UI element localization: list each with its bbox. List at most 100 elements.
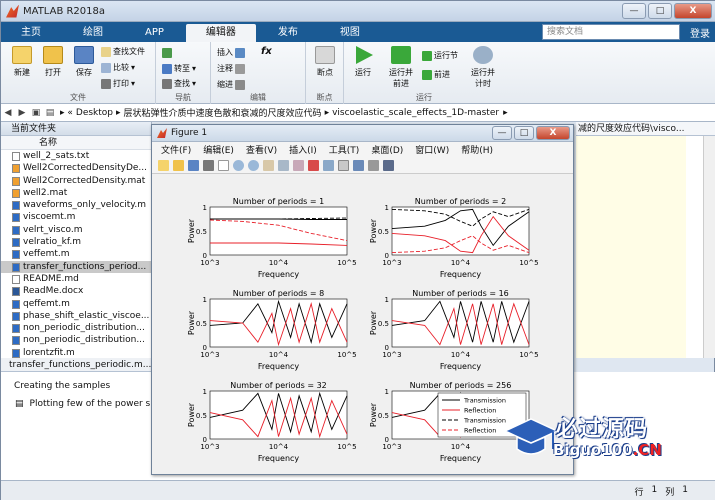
open-file-icon[interactable] xyxy=(173,159,184,171)
new-figure-icon[interactable] xyxy=(158,159,169,171)
figure-maximize-button[interactable]: □ xyxy=(514,126,534,140)
close-button[interactable]: X xyxy=(674,3,712,19)
insert-button[interactable]: 插入 xyxy=(217,47,245,58)
forward-arrow-icon[interactable]: ▶ xyxy=(15,108,29,118)
tab-publish[interactable]: 发布 xyxy=(258,24,318,42)
rotate-icon[interactable] xyxy=(278,159,289,171)
tab-home[interactable]: 主页 xyxy=(1,24,61,42)
minimize-button[interactable]: — xyxy=(622,3,646,19)
file-row[interactable]: Well2CorrectedDensity.mat xyxy=(1,175,151,187)
advance-button[interactable]: 前进 xyxy=(422,69,450,80)
search-input[interactable]: 搜索文档 xyxy=(542,24,680,40)
back-arrow-icon[interactable]: ◀ xyxy=(1,108,15,118)
figure-minimize-button[interactable]: — xyxy=(492,126,512,140)
new-button[interactable]: 新建 xyxy=(7,46,37,78)
menu-file[interactable]: 文件(F) xyxy=(161,143,191,156)
hide-tools-icon[interactable] xyxy=(368,159,379,171)
tab-view[interactable]: 视图 xyxy=(320,24,380,42)
file-row[interactable]: phase_shift_elastic_viscoe... xyxy=(1,310,151,322)
zoom-out-icon[interactable] xyxy=(248,159,259,171)
pan-icon[interactable] xyxy=(263,159,274,171)
file-row[interactable]: viscoemt.m xyxy=(1,211,151,223)
menu-window[interactable]: 窗口(W) xyxy=(415,143,449,156)
browse-folder-icon[interactable]: ▤ xyxy=(43,108,57,118)
subplot-2: Number of periods = 2FrequencyPower00.51… xyxy=(369,197,539,279)
file-mat-icon xyxy=(12,188,20,198)
menu-insert[interactable]: 插入(I) xyxy=(289,143,317,156)
x-tick-label: 10^5 xyxy=(337,443,356,451)
file-name: velrt_visco.m xyxy=(23,224,83,235)
file-row[interactable]: ReadMe.docx xyxy=(1,285,151,297)
link-plot-icon[interactable] xyxy=(323,159,334,171)
name-column-header[interactable]: 名称 xyxy=(1,136,151,150)
brush-icon[interactable] xyxy=(308,159,319,171)
file-row[interactable]: README.md xyxy=(1,273,151,285)
file-row[interactable]: velratio_kf.m xyxy=(1,236,151,248)
legend-icon[interactable] xyxy=(353,159,364,171)
x-tick-label: 10^3 xyxy=(200,443,219,451)
zoom-in-icon[interactable] xyxy=(233,159,244,171)
tab-apps[interactable]: APP xyxy=(125,24,184,42)
print-figure-icon[interactable] xyxy=(203,159,214,171)
open-button[interactable]: 打开 xyxy=(38,46,68,78)
tab-editor[interactable]: 编辑器 xyxy=(185,24,256,42)
pointer-icon[interactable] xyxy=(218,159,229,171)
file-row[interactable]: well_2_sats.txt xyxy=(1,150,151,162)
compare-button[interactable]: 比较 ▾ xyxy=(101,62,135,73)
row-label: 行 xyxy=(634,488,644,498)
file-row[interactable]: velrt_visco.m xyxy=(1,224,151,236)
file-m-icon xyxy=(12,299,20,309)
comment-button[interactable]: 注释 xyxy=(217,63,245,74)
save-button[interactable]: 保存 xyxy=(69,46,99,78)
file-group-label: 文件 xyxy=(70,93,86,102)
path-folder[interactable]: viscoelastic_scale_effects_1D-master xyxy=(332,108,499,118)
breakpoints-button[interactable]: 断点 xyxy=(310,46,340,78)
figure-close-button[interactable]: X xyxy=(536,126,570,140)
address-bar[interactable]: ◀ ▶ ▣ ▤ ▸ « Desktop ▸ 层状粘弹性介质中速度色散和衰减的尺度… xyxy=(1,104,715,122)
file-mat-icon xyxy=(12,176,20,186)
find-button[interactable]: 查找 ▾ xyxy=(162,78,196,89)
indent-button[interactable]: 缩进 xyxy=(217,79,245,90)
maximize-button[interactable]: □ xyxy=(648,3,672,19)
up-folder-icon[interactable]: ▣ xyxy=(29,108,43,118)
find-files-button[interactable]: 查找文件 xyxy=(101,46,145,57)
tab-plots[interactable]: 绘图 xyxy=(63,24,123,42)
editor-path-tab[interactable]: 减的尺度效应代码\visco... xyxy=(576,122,715,136)
run-advance-button[interactable]: 运行并 前进 xyxy=(384,46,418,89)
fx-button[interactable]: fx xyxy=(261,46,272,57)
save-figure-icon[interactable] xyxy=(188,159,199,171)
menu-edit[interactable]: 编辑(E) xyxy=(203,143,234,156)
show-tools-icon[interactable] xyxy=(383,159,394,171)
run-section-button[interactable]: 运行节 xyxy=(422,50,458,61)
file-row[interactable]: well2.mat xyxy=(1,187,151,199)
file-row[interactable]: qeffemt.m xyxy=(1,298,151,310)
outline-section-2[interactable]: ▤ Plotting few of the power sp xyxy=(15,399,156,409)
previous-icon[interactable] xyxy=(162,48,172,58)
breakpoints-group: 断点 断点 xyxy=(306,42,344,104)
file-row[interactable]: Well2CorrectedDensityDe... xyxy=(1,162,151,174)
file-row[interactable]: veffemt.m xyxy=(1,248,151,260)
menu-desktop[interactable]: 桌面(D) xyxy=(371,143,403,156)
run-button[interactable]: 运行 xyxy=(348,46,378,78)
menu-tools[interactable]: 工具(T) xyxy=(329,143,360,156)
run-time-button[interactable]: 运行并 计时 xyxy=(466,46,500,89)
file-row[interactable]: transfer_functions_period... xyxy=(1,260,151,273)
file-row[interactable]: non_periodic_distribution... xyxy=(1,334,151,346)
y-tick-label: 0.5 xyxy=(378,412,389,420)
outline-section-1[interactable]: Creating the samples xyxy=(14,381,110,391)
menu-view[interactable]: 查看(V) xyxy=(246,143,277,156)
file-row[interactable]: waveforms_only_velocity.m xyxy=(1,199,151,211)
editor-code-area[interactable] xyxy=(576,136,686,358)
file-name: well2.mat xyxy=(23,187,68,198)
file-name: qeffemt.m xyxy=(23,298,70,309)
editor-scrollbar[interactable] xyxy=(703,136,715,358)
data-cursor-icon[interactable] xyxy=(293,159,304,171)
path-project[interactable]: 层状粘弹性介质中速度色散和衰减的尺度效应代码 xyxy=(124,106,322,119)
path-desktop[interactable]: Desktop xyxy=(76,108,113,118)
print-button[interactable]: 打印 ▾ xyxy=(101,78,135,89)
colorbar-icon[interactable] xyxy=(338,159,349,171)
goto-button[interactable]: 转至 ▾ xyxy=(162,63,196,74)
file-row[interactable]: non_periodic_distribution... xyxy=(1,322,151,334)
menu-help[interactable]: 帮助(H) xyxy=(461,143,493,156)
login-link[interactable]: 登录 xyxy=(690,25,710,40)
